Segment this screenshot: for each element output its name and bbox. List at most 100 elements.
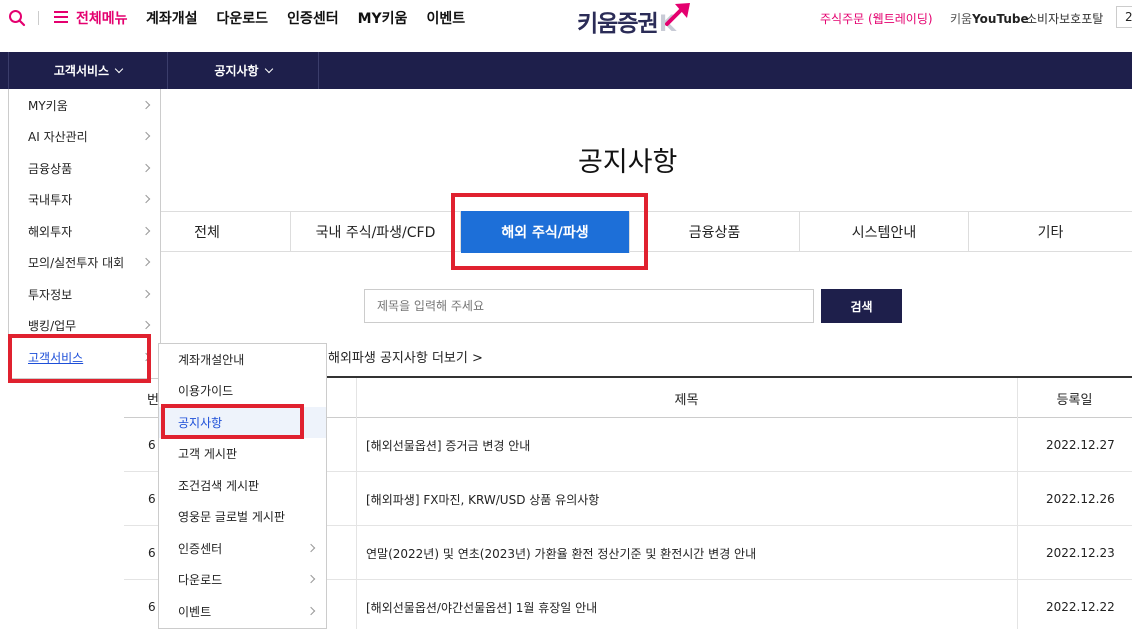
header-number: 번 — [147, 392, 159, 408]
tab-financial-products[interactable]: 금융상품 — [630, 212, 800, 252]
divider — [1017, 580, 1018, 629]
logo-text: 키움증권 — [577, 11, 659, 37]
sub-navbar: 고객서비스 공지사항 — [0, 52, 1132, 89]
menu-label: 이용가이드 — [178, 384, 234, 398]
row-date: 2022.12.23 — [1046, 546, 1115, 560]
nav-cert-center[interactable]: 인증센터 — [287, 8, 339, 28]
search-input[interactable] — [364, 289, 814, 323]
all-menu-button[interactable]: 전체메뉴 — [76, 8, 128, 28]
menu-label: 금융상품 — [28, 162, 73, 176]
submenu-account-guide[interactable]: 계좌개설안내 — [159, 344, 326, 375]
menu-label: 계좌개설안내 — [178, 353, 245, 367]
youtube-link[interactable]: 키움YouTube — [950, 10, 1029, 27]
divider — [1017, 418, 1018, 472]
menu-label: 고객 게시판 — [178, 447, 238, 461]
font-size-select[interactable]: 2 — [1116, 6, 1132, 28]
search-button[interactable]: 검색 — [821, 289, 902, 323]
row-number: 6 — [148, 546, 156, 560]
chevron-down-icon — [264, 64, 273, 73]
submenu-cert-center[interactable]: 인증센터 — [159, 533, 326, 564]
youtube-text: YouTube — [972, 12, 1029, 26]
nav-my-kiwoom[interactable]: MY키움 — [358, 8, 408, 28]
row-number: 6 — [148, 492, 156, 506]
kiwoom-logo[interactable]: 키움증권 K — [577, 2, 697, 38]
menu-label: 해외투자 — [28, 225, 73, 239]
search-icon[interactable] — [8, 9, 26, 27]
chevron-right-icon — [141, 226, 151, 236]
consumer-protection-link[interactable]: 소비자보호포탈 — [1026, 10, 1103, 27]
menu-label: 조건검색 게시판 — [178, 479, 260, 493]
menu-my-kiwoom[interactable]: MY키움 — [9, 90, 161, 121]
navbar-customer-service[interactable]: 고객서비스 — [8, 52, 168, 89]
tab-system[interactable]: 시스템안내 — [800, 212, 969, 252]
tab-domestic[interactable]: 국내 주식/파생/CFD — [291, 212, 461, 252]
divider — [1017, 526, 1018, 580]
menu-label: 이벤트 — [178, 605, 212, 619]
chevron-right-icon — [306, 543, 316, 553]
submenu-download[interactable]: 다운로드 — [159, 564, 326, 595]
chevron-right-icon — [141, 320, 151, 330]
divider — [1017, 378, 1018, 418]
row-title[interactable]: [해외선물옵션] 증거금 변경 안내 — [366, 418, 530, 472]
submenu-global-board[interactable]: 영웅문 글로벌 게시판 — [159, 501, 326, 532]
tab-etc[interactable]: 기타 — [969, 212, 1132, 252]
divider — [356, 378, 357, 418]
header-title: 제목 — [674, 392, 699, 408]
submenu-notice[interactable]: 공지사항 — [159, 407, 326, 438]
hamburger-icon[interactable] — [54, 11, 68, 23]
navbar-notice[interactable]: 공지사항 — [168, 52, 319, 89]
divider — [38, 11, 39, 25]
submenu-event[interactable]: 이벤트 — [159, 596, 326, 627]
menu-label: 모의/실전투자 대회 — [28, 256, 125, 270]
menu-banking[interactable]: 뱅킹/업무 — [9, 310, 161, 341]
row-title[interactable]: [해외선물옵션/야간선물옵션] 1월 휴장일 안내 — [366, 580, 597, 629]
submenu-condition-search-board[interactable]: 조건검색 게시판 — [159, 470, 326, 501]
divider — [356, 526, 357, 580]
overseas-notice-more-link[interactable]: 해외파생 공지사항 더보기 > — [328, 347, 483, 366]
logo-arrow-icon — [665, 3, 690, 26]
header-date: 등록일 — [1056, 392, 1093, 408]
divider — [356, 472, 357, 526]
nav-open-account[interactable]: 계좌개설 — [146, 8, 198, 28]
chevron-right-icon — [141, 194, 151, 204]
top-header: 전체메뉴 계좌개설 다운로드 인증센터 MY키움 이벤트 키움증권 K 주식주문… — [0, 0, 1132, 52]
menu-label: 인증센터 — [178, 542, 223, 556]
chevron-right-icon — [306, 606, 316, 616]
row-date: 2022.12.27 — [1046, 438, 1115, 452]
menu-label: 국내투자 — [28, 193, 73, 207]
submenu-customer-board[interactable]: 고객 게시판 — [159, 438, 326, 469]
menu-label: 공지사항 — [178, 416, 223, 430]
chevron-right-icon — [141, 352, 151, 362]
menu-invest-info[interactable]: 투자정보 — [9, 279, 161, 310]
divider — [356, 418, 357, 472]
row-title[interactable]: [해외파생] FX마진, KRW/USD 상품 유의사항 — [366, 472, 599, 526]
chevron-right-icon — [141, 289, 151, 299]
menu-label: 고객서비스 — [28, 351, 84, 365]
youtube-prefix: 키움 — [950, 12, 973, 26]
row-number: 6 — [148, 600, 156, 614]
menu-customer-service[interactable]: 고객서비스 — [9, 342, 161, 373]
web-trading-link[interactable]: 주식주문 (웹트레이딩) — [820, 10, 933, 27]
chevron-right-icon — [141, 257, 151, 267]
nav-download[interactable]: 다운로드 — [217, 8, 269, 28]
chevron-right-icon — [141, 100, 151, 110]
menu-overseas-invest[interactable]: 해외투자 — [9, 216, 161, 247]
chevron-right-icon — [306, 574, 316, 584]
menu-ai-asset[interactable]: AI 자산관리 — [9, 121, 161, 152]
tab-overseas[interactable]: 해외 주식/파생 — [461, 211, 630, 253]
navbar-customer-service-label: 고객서비스 — [53, 64, 110, 78]
menu-financial-products[interactable]: 금융상품 — [9, 153, 161, 184]
notice-tabs: 전체 국내 주식/파생/CFD 해외 주식/파생 금융상품 시스템안내 기타 — [124, 211, 1132, 253]
menu-label: 투자정보 — [28, 288, 73, 302]
divider — [1017, 472, 1018, 526]
menu-mock-contest[interactable]: 모의/실전투자 대회 — [9, 247, 161, 278]
row-number: 6 — [148, 438, 156, 452]
chevron-right-icon — [141, 163, 151, 173]
chevron-right-icon — [141, 131, 151, 141]
menu-label: 다운로드 — [178, 573, 223, 587]
row-title[interactable]: 연말(2022년) 및 연초(2023년) 가환율 환전 정산기준 및 환전시간… — [366, 526, 756, 580]
row-date: 2022.12.26 — [1046, 492, 1115, 506]
menu-domestic-invest[interactable]: 국내투자 — [9, 184, 161, 215]
submenu-user-guide[interactable]: 이용가이드 — [159, 375, 326, 406]
nav-event[interactable]: 이벤트 — [426, 8, 465, 28]
